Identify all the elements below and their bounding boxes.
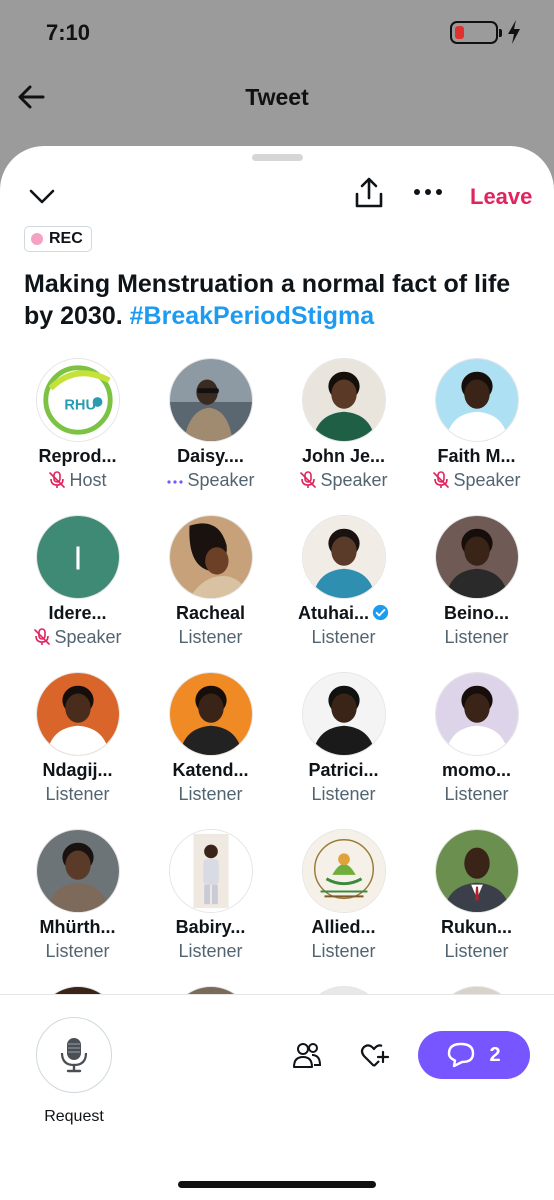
participant-card[interactable]: Katend... Listener [144, 672, 277, 829]
avatar[interactable] [435, 672, 519, 756]
avatar[interactable] [435, 515, 519, 599]
participant-role: Listener [178, 784, 243, 804]
participant-role: Speaker [144, 470, 277, 491]
avatar[interactable] [302, 358, 386, 442]
bottom-bar: Request 2 [0, 994, 554, 1200]
participant-role: Listener [178, 627, 243, 647]
participant-name: John Je... [301, 446, 386, 466]
participant-name: Patrici... [308, 760, 379, 780]
participant-card[interactable]: RHU Reprod... Host [11, 358, 144, 515]
mic-off-icon [34, 628, 51, 645]
request-button[interactable] [36, 1017, 112, 1093]
participant-role: Listener [45, 941, 110, 961]
participant-card[interactable]: Babiry... Listener [144, 829, 277, 986]
leave-button[interactable]: Leave [470, 184, 532, 210]
participant-role: Listener [311, 627, 376, 647]
space-title-hashtag[interactable]: #BreakPeriodStigma [130, 302, 375, 330]
participant-card[interactable]: I Idere... Speaker [11, 515, 144, 672]
people-icon[interactable] [292, 1041, 322, 1069]
comments-button[interactable]: 2 [418, 1031, 530, 1079]
heart-plus-icon[interactable] [360, 1041, 390, 1069]
comments-count: 2 [489, 1043, 501, 1066]
svg-text:RHU: RHU [64, 398, 96, 414]
avatar[interactable]: I [36, 515, 120, 599]
avatar[interactable]: RHU [36, 358, 120, 442]
home-indicator [178, 1181, 376, 1188]
participant-card[interactable]: Atuhai... Listener [277, 515, 410, 672]
participant-card[interactable]: Patrici... Listener [277, 672, 410, 829]
avatar[interactable] [302, 515, 386, 599]
recording-badge: REC [24, 226, 92, 252]
participant-role: Listener [178, 941, 243, 961]
request-label: Request [44, 1108, 104, 1125]
participant-card[interactable]: Allied... Listener [277, 829, 410, 986]
speaking-dots-icon [167, 480, 184, 484]
participant-card[interactable]: Racheal Listener [144, 515, 277, 672]
charging-bolt-icon [508, 20, 520, 44]
participant-role: Speaker [277, 470, 410, 491]
rec-dot-icon [31, 233, 43, 245]
participant-role: Speaker [11, 627, 144, 648]
verified-badge-icon [372, 604, 389, 621]
participant-name: Idere... [48, 603, 107, 623]
participant-name: Allied... [311, 917, 376, 937]
mic-off-icon [433, 471, 450, 488]
avatar[interactable] [435, 358, 519, 442]
participant-name: Rukun... [441, 917, 512, 937]
microphone-icon [60, 1038, 88, 1073]
participant-role: Listener [444, 627, 509, 647]
avatar[interactable] [169, 515, 253, 599]
participant-name: Reprod... [38, 446, 117, 466]
participant-card[interactable]: Beino... Listener [410, 515, 543, 672]
participant-card[interactable]: Faith M... Speaker [410, 358, 543, 515]
avatar[interactable] [36, 829, 120, 913]
participant-role: Listener [444, 941, 509, 961]
chevron-down-icon[interactable] [28, 182, 56, 210]
participant-name: Racheal [175, 603, 246, 623]
mic-off-icon [49, 471, 66, 488]
avatar[interactable] [169, 358, 253, 442]
avatar[interactable] [169, 829, 253, 913]
participant-name: Mhürth... [39, 917, 116, 937]
space-title: Making Menstruation a normal fact of lif… [24, 268, 534, 332]
participant-name: Babiry... [175, 917, 246, 937]
participant-name: Katend... [172, 760, 249, 780]
mic-off-icon [300, 471, 317, 488]
participant-card[interactable]: Rukun... Listener [410, 829, 543, 986]
participant-name: Beino... [443, 603, 509, 623]
participant-card[interactable]: momo... Listener [410, 672, 543, 829]
sheet-grabber[interactable] [252, 154, 303, 161]
participant-name: momo... [441, 760, 511, 780]
participant-name: Daisy.... [177, 446, 244, 466]
comment-bubble-icon [448, 1042, 475, 1068]
share-icon[interactable] [354, 176, 384, 210]
participant-card[interactable]: Daisy.... Speaker [144, 358, 277, 515]
participant-role: Listener [444, 784, 509, 804]
participant-name: Faith M... [437, 446, 516, 466]
participant-role: Speaker [410, 470, 543, 491]
participant-role: Listener [45, 784, 110, 804]
participant-role: Listener [311, 784, 376, 804]
participant-role: Host [11, 470, 144, 491]
battery-icon [450, 21, 502, 44]
participant-name: Atuhai... [277, 603, 410, 624]
avatar[interactable] [169, 672, 253, 756]
sheet-toolbar: Leave [0, 176, 554, 216]
participant-card[interactable]: Mhürth... Listener [11, 829, 144, 986]
participant-name: Ndagij... [42, 760, 113, 780]
rec-label: REC [49, 230, 83, 247]
avatar[interactable] [302, 829, 386, 913]
participant-card[interactable]: John Je... Speaker [277, 358, 410, 515]
tweet-header: Tweet [0, 70, 554, 126]
avatar[interactable] [302, 672, 386, 756]
participant-card[interactable]: Ndagij... Listener [11, 672, 144, 829]
avatar[interactable] [36, 672, 120, 756]
status-bar: 7:10 [0, 0, 554, 64]
svg-text:I: I [73, 541, 82, 578]
participant-role: Listener [311, 941, 376, 961]
more-dots-icon[interactable] [412, 182, 444, 202]
header-title: Tweet [245, 84, 309, 110]
status-time: 7:10 [46, 20, 91, 45]
avatar[interactable] [435, 829, 519, 913]
